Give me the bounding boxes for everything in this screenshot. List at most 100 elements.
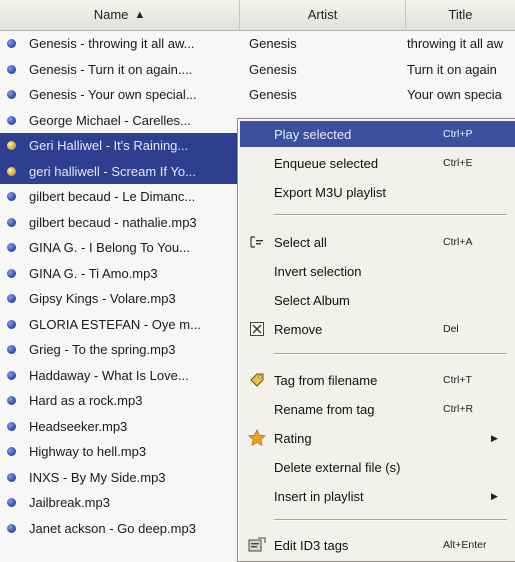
- menu-item-select-all[interactable]: Select all Ctrl+A: [240, 229, 515, 255]
- menu-separator: [274, 214, 507, 216]
- menu-item-label: Rename from tag: [274, 401, 375, 417]
- audio-file-bullet-icon: [7, 39, 16, 49]
- audio-file-bullet-icon: [7, 166, 16, 176]
- cell-name: GINA G. - I Belong To You...: [29, 240, 190, 256]
- menu-item-label: Edit ID3 tags: [274, 537, 349, 553]
- cell-name: Geri Halliwel - It's Raining...: [29, 138, 189, 154]
- list-item[interactable]: Genesis - Turn it on again.... Genesis Tur…: [0, 57, 515, 83]
- audio-file-bullet-icon: [7, 90, 16, 100]
- audio-file-bullet-icon: [7, 472, 16, 482]
- audio-file-bullet-icon: [7, 294, 16, 304]
- audio-file-bullet-icon: [7, 217, 16, 227]
- cell-title: Your own specia: [407, 87, 502, 103]
- context-menu: Play selected Ctrl+P Enqueue selected Ct…: [237, 118, 515, 562]
- cell-name: INXS - By My Side.mp3: [29, 469, 166, 485]
- menu-separator: [274, 353, 507, 355]
- column-header-artist-label: Artist: [307, 7, 338, 22]
- column-header-artist[interactable]: Artist: [240, 0, 406, 30]
- cell-name: GINA G. - Ti Amo.mp3: [29, 265, 158, 281]
- menu-item-edit-id3[interactable]: Edit ID3 tags Alt+Enter: [240, 532, 515, 558]
- tag-icon: [240, 367, 274, 393]
- cell-name: gilbert becaud - nathalie.mp3: [29, 214, 197, 230]
- menu-item-shortcut: Alt+Enter: [443, 539, 487, 551]
- submenu-arrow-icon: ▶: [491, 432, 498, 443]
- cell-title: throwing it all aw: [407, 36, 504, 52]
- remove-x-icon: [240, 316, 274, 342]
- menu-item-label: Select all: [274, 234, 327, 250]
- cell-name: Highway to hell.mp3: [29, 444, 147, 460]
- menu-item-remove[interactable]: Remove Del: [240, 316, 515, 342]
- menu-item-label: Select Album: [274, 292, 350, 308]
- audio-file-bullet-icon: [7, 243, 16, 253]
- menu-item-rating[interactable]: Rating ▶: [240, 425, 515, 451]
- cell-artist: Genesis: [249, 87, 297, 103]
- menu-item-export-m3u[interactable]: Export M3U playlist: [240, 179, 515, 205]
- menu-item-label: Remove: [274, 321, 323, 337]
- menu-item-label: Insert in playlist: [274, 488, 364, 504]
- cell-name: Headseeker.mp3: [29, 418, 128, 434]
- cell-name: geri halliwell - Scream If Yo...: [29, 163, 196, 179]
- audio-file-bullet-icon: [7, 64, 16, 74]
- audio-file-bullet-icon: [7, 192, 16, 202]
- menu-item-shortcut: Ctrl+R: [443, 403, 474, 415]
- column-header-title-label: Title: [448, 7, 473, 22]
- cell-name: Haddaway - What Is Love...: [29, 367, 189, 383]
- menu-item-tag-from-filename[interactable]: Tag from filename Ctrl+T: [240, 367, 515, 393]
- column-header-title[interactable]: Title: [406, 0, 515, 30]
- cell-title: Turn it on again: [407, 61, 497, 77]
- menu-item-shortcut: Ctrl+T: [443, 374, 472, 386]
- menu-item-label: Invert selection: [274, 263, 362, 279]
- cell-name: Jailbreak.mp3: [29, 495, 110, 511]
- playlist-window: Name ▲ Artist Title Genesis - throwing it…: [0, 0, 515, 562]
- cell-name: Genesis - throwing it all aw...: [29, 36, 195, 52]
- cell-name: GLORIA ESTEFAN - Oye m...: [29, 316, 201, 332]
- star-icon: [240, 425, 274, 451]
- submenu-arrow-icon: ▶: [491, 490, 498, 501]
- menu-item-label: Tag from filename: [274, 372, 378, 388]
- menu-item-play-selected[interactable]: Play selected Ctrl+P: [240, 121, 515, 147]
- menu-item-shortcut: Del: [443, 323, 459, 335]
- audio-file-bullet-icon: [7, 345, 16, 355]
- menu-item-label: Export M3U playlist: [274, 184, 386, 200]
- cell-name: Genesis - Your own special...: [29, 87, 197, 103]
- column-header-bar: Name ▲ Artist Title: [0, 0, 515, 31]
- menu-item-enqueue-selected[interactable]: Enqueue selected Ctrl+E: [240, 150, 515, 176]
- menu-item-rename-from-tag[interactable]: Rename from tag Ctrl+R: [240, 396, 515, 422]
- menu-separator: [274, 519, 507, 521]
- list-item[interactable]: Genesis - Your own special... Genesis Your…: [0, 82, 515, 108]
- select-all-icon: [240, 229, 274, 255]
- menu-item-label: Play selected: [274, 126, 352, 142]
- cell-name: Hard as a rock.mp3: [29, 393, 143, 409]
- cell-name: gilbert becaud - Le Dimanc...: [29, 189, 196, 205]
- audio-file-bullet-icon: [7, 268, 16, 278]
- audio-file-bullet-icon: [7, 498, 16, 508]
- audio-file-bullet-icon: [7, 396, 16, 406]
- menu-item-label: Enqueue selected: [274, 155, 379, 171]
- menu-item-label: Rating: [274, 430, 312, 446]
- audio-file-bullet-icon: [7, 523, 16, 533]
- audio-file-bullet-icon: [7, 319, 16, 329]
- list-item[interactable]: Genesis - throwing it all aw... Genesis th…: [0, 31, 515, 57]
- menu-item-select-album[interactable]: Select Album: [240, 287, 515, 313]
- menu-item-delete-external[interactable]: Delete external file (s): [240, 454, 515, 480]
- menu-item-invert-selection[interactable]: Invert selection: [240, 258, 515, 284]
- audio-file-bullet-icon: [7, 141, 16, 151]
- cell-artist: Genesis: [249, 61, 297, 77]
- audio-file-bullet-icon: [7, 370, 16, 380]
- menu-item-shortcut: Ctrl+E: [443, 157, 473, 169]
- menu-item-label: Delete external file (s): [274, 459, 401, 475]
- column-header-name[interactable]: Name ▲: [0, 0, 240, 30]
- audio-file-bullet-icon: [7, 421, 16, 431]
- audio-file-bullet-icon: [7, 115, 16, 125]
- cell-artist: Genesis: [249, 36, 297, 52]
- cell-name: Janet ackson - Go deep.mp3: [29, 520, 196, 536]
- edit-tags-icon: [240, 532, 274, 558]
- cell-name: Gipsy Kings - Volare.mp3: [29, 291, 176, 307]
- cell-name: Grieg - To the spring.mp3: [29, 342, 176, 358]
- menu-item-shortcut: Ctrl+P: [443, 128, 473, 140]
- sort-ascending-icon: ▲: [134, 9, 146, 21]
- column-header-name-label: Name: [93, 7, 129, 22]
- cell-name: George Michael - Carelles...: [29, 112, 191, 128]
- menu-item-insert-in-playlist[interactable]: Insert in playlist ▶: [240, 483, 515, 509]
- menu-item-shortcut: Ctrl+A: [443, 236, 473, 248]
